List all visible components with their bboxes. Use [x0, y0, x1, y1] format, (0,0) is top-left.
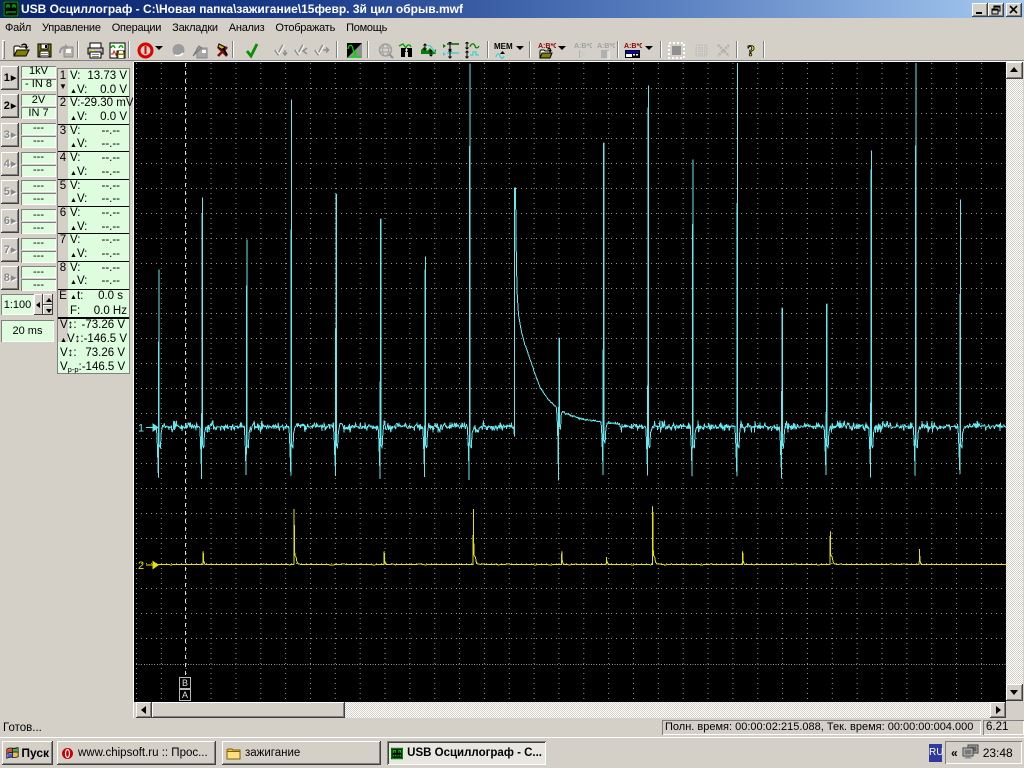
svg-text:A:B*C: A:B*C: [574, 43, 592, 50]
svg-text:A:B*C: A:B*C: [624, 43, 642, 50]
svg-text:1: 1: [138, 423, 144, 435]
svg-text:?: ?: [747, 43, 755, 59]
svg-text:2: 2: [138, 560, 144, 572]
svg-text:MEM: MEM: [494, 42, 513, 51]
svg-text:A: A: [182, 690, 188, 700]
svg-text:A:B*C: A:B*C: [597, 43, 615, 50]
svg-text:B: B: [182, 678, 188, 688]
svg-text:A:B*C: A:B*C: [538, 43, 556, 50]
